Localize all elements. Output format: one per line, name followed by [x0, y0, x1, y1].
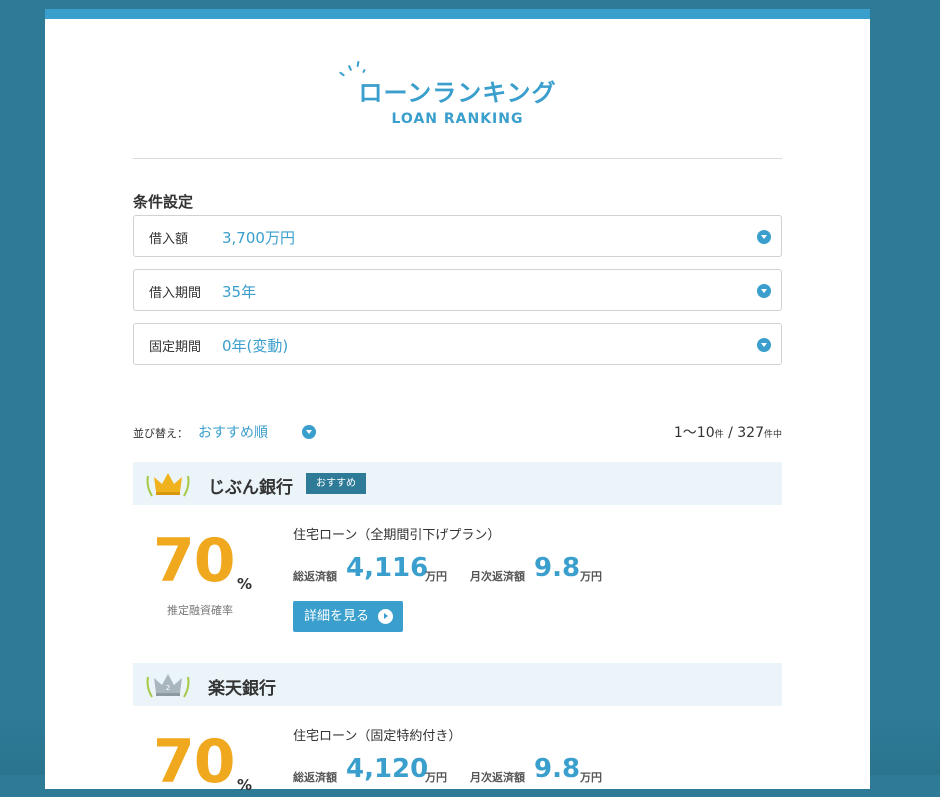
- conditions-title: 条件設定: [133, 193, 194, 211]
- recommend-badge: おすすめ: [306, 473, 366, 494]
- page-subtitle: LOAN RANKING: [391, 111, 524, 127]
- detail-button[interactable]: 詳細を見る: [293, 601, 404, 632]
- page-title: ローンランキング: [358, 79, 557, 107]
- plan-name: 住宅ローン（固定特約付き）: [293, 729, 462, 744]
- count-range: 1〜10: [673, 425, 715, 441]
- bank-header-1: じぶん銀行 おすすめ: [133, 462, 782, 505]
- silver-crown-icon: 2: [146, 674, 190, 698]
- field-value: 3,700万円: [222, 229, 295, 247]
- count-total-unit: 件中: [763, 430, 782, 440]
- plan-name: 住宅ローン（全期間引下げプラン）: [293, 528, 501, 543]
- total-value: 4,120: [346, 754, 429, 784]
- count-separator: /: [728, 425, 733, 441]
- total-unit: 万円: [425, 570, 447, 583]
- approval-rate: 70: [153, 526, 235, 596]
- field-value: 35年: [222, 283, 257, 301]
- divider: [133, 158, 782, 159]
- bank-name[interactable]: じぶん銀行: [208, 473, 293, 498]
- monthly-unit: 万円: [580, 771, 602, 784]
- total-label: 総返済額: [293, 570, 337, 583]
- field-label: 固定期間: [149, 340, 202, 355]
- count-total: 327: [737, 425, 764, 441]
- loan-amount-select[interactable]: 借入額 3,700万円: [133, 215, 782, 257]
- field-value: 0年(変動): [222, 337, 289, 355]
- sort-row: 並び替え： おすすめ順 1〜10件 / 327件中: [133, 422, 782, 442]
- detail-button-label: 詳細を見る: [304, 609, 370, 624]
- arrow-right-circle-icon: [378, 609, 394, 624]
- monthly-unit: 万円: [580, 570, 602, 583]
- fixed-period-select[interactable]: 固定期間 0年(変動): [133, 323, 782, 365]
- field-label: 借入期間: [149, 286, 202, 301]
- monthly-label: 月次返済額: [470, 771, 525, 784]
- chevron-down-icon: [757, 338, 771, 352]
- total-label: 総返済額: [293, 771, 337, 784]
- field-label: 借入額: [149, 232, 189, 247]
- rate-unit: %: [237, 776, 253, 794]
- total-value: 4,116: [346, 553, 429, 583]
- chevron-down-icon: [757, 284, 771, 298]
- total-unit: 万円: [425, 771, 447, 784]
- monthly-value: 9.8: [534, 754, 581, 784]
- bank-header-2: 2 楽天銀行: [133, 663, 782, 706]
- ranking-card: ローンランキング LOAN RANKING 条件設定 借入額 3,700万円 借…: [45, 9, 870, 797]
- rate-caption: 推定融資確率: [167, 604, 233, 617]
- monthly-label: 月次返済額: [470, 570, 525, 583]
- count-range-unit: 件: [714, 430, 724, 440]
- gold-crown-icon: [146, 473, 190, 497]
- bank-name[interactable]: 楽天銀行: [208, 674, 276, 699]
- rank-number: 2: [166, 684, 170, 692]
- result-count: 1〜10件 / 327件中: [674, 422, 782, 442]
- monthly-value: 9.8: [534, 553, 581, 583]
- chevron-down-icon[interactable]: [302, 425, 316, 439]
- chevron-down-icon: [757, 230, 771, 244]
- approval-rate: 70: [153, 727, 235, 797]
- sort-label: 並び替え：: [133, 427, 188, 440]
- sort-select[interactable]: おすすめ順: [198, 422, 268, 442]
- loan-period-select[interactable]: 借入期間 35年: [133, 269, 782, 311]
- rate-unit: %: [237, 575, 253, 593]
